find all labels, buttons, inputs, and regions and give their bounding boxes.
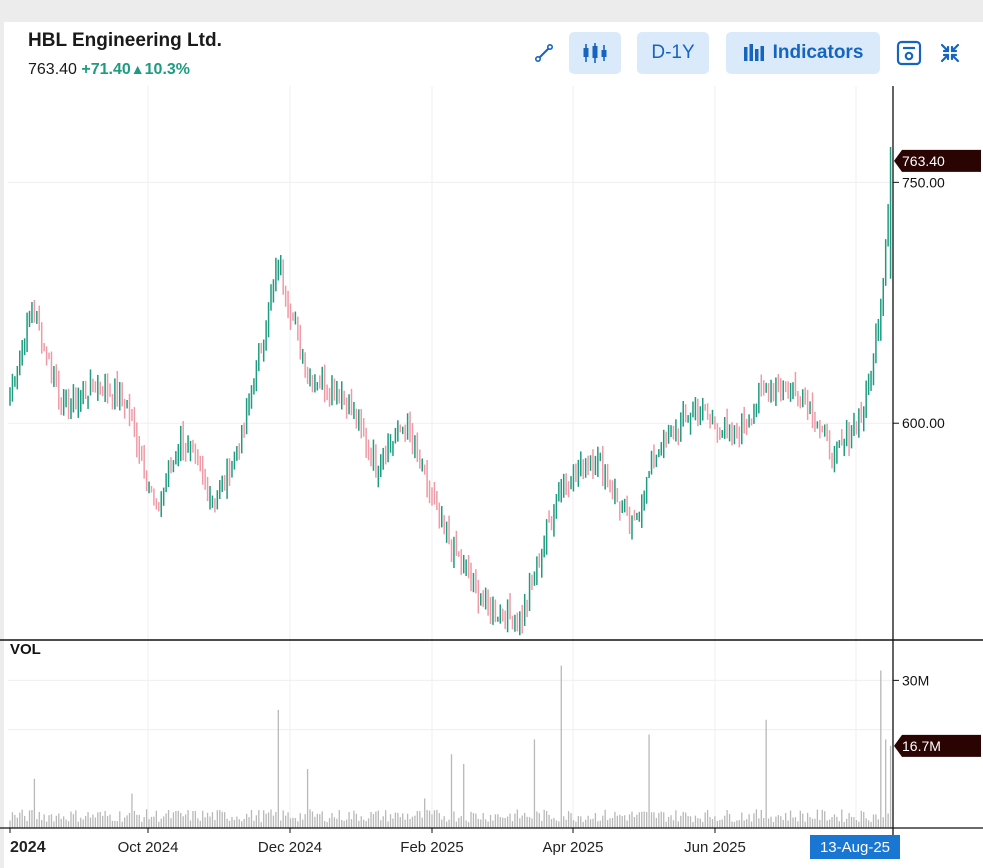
last-price-tag-text: 763.40 — [902, 153, 945, 169]
crosshair-date-text: 13-Aug-25 — [820, 839, 890, 856]
x-tick-label: Oct 2024 — [118, 839, 179, 856]
volume-tick-label: 30M — [902, 672, 929, 688]
last-volume-tag-text: 16.7M — [902, 738, 941, 754]
x-tick-label: Jun 2025 — [684, 839, 746, 856]
x-tick-label: Feb 2025 — [400, 839, 463, 856]
volume-pane-title: VOL — [10, 641, 41, 658]
x-tick-label: Dec 2024 — [258, 839, 322, 856]
price-tick-label: 750.00 — [902, 174, 945, 190]
price-tick-label: 600.00 — [902, 415, 945, 431]
price-volume-chart[interactable]: 600.00 750.00 30M 763.40 16.7M VOL 2024 Oct 202… — [0, 0, 983, 868]
x-tick-label: 2024 — [10, 839, 46, 856]
x-tick-label: Apr 2025 — [543, 839, 604, 856]
